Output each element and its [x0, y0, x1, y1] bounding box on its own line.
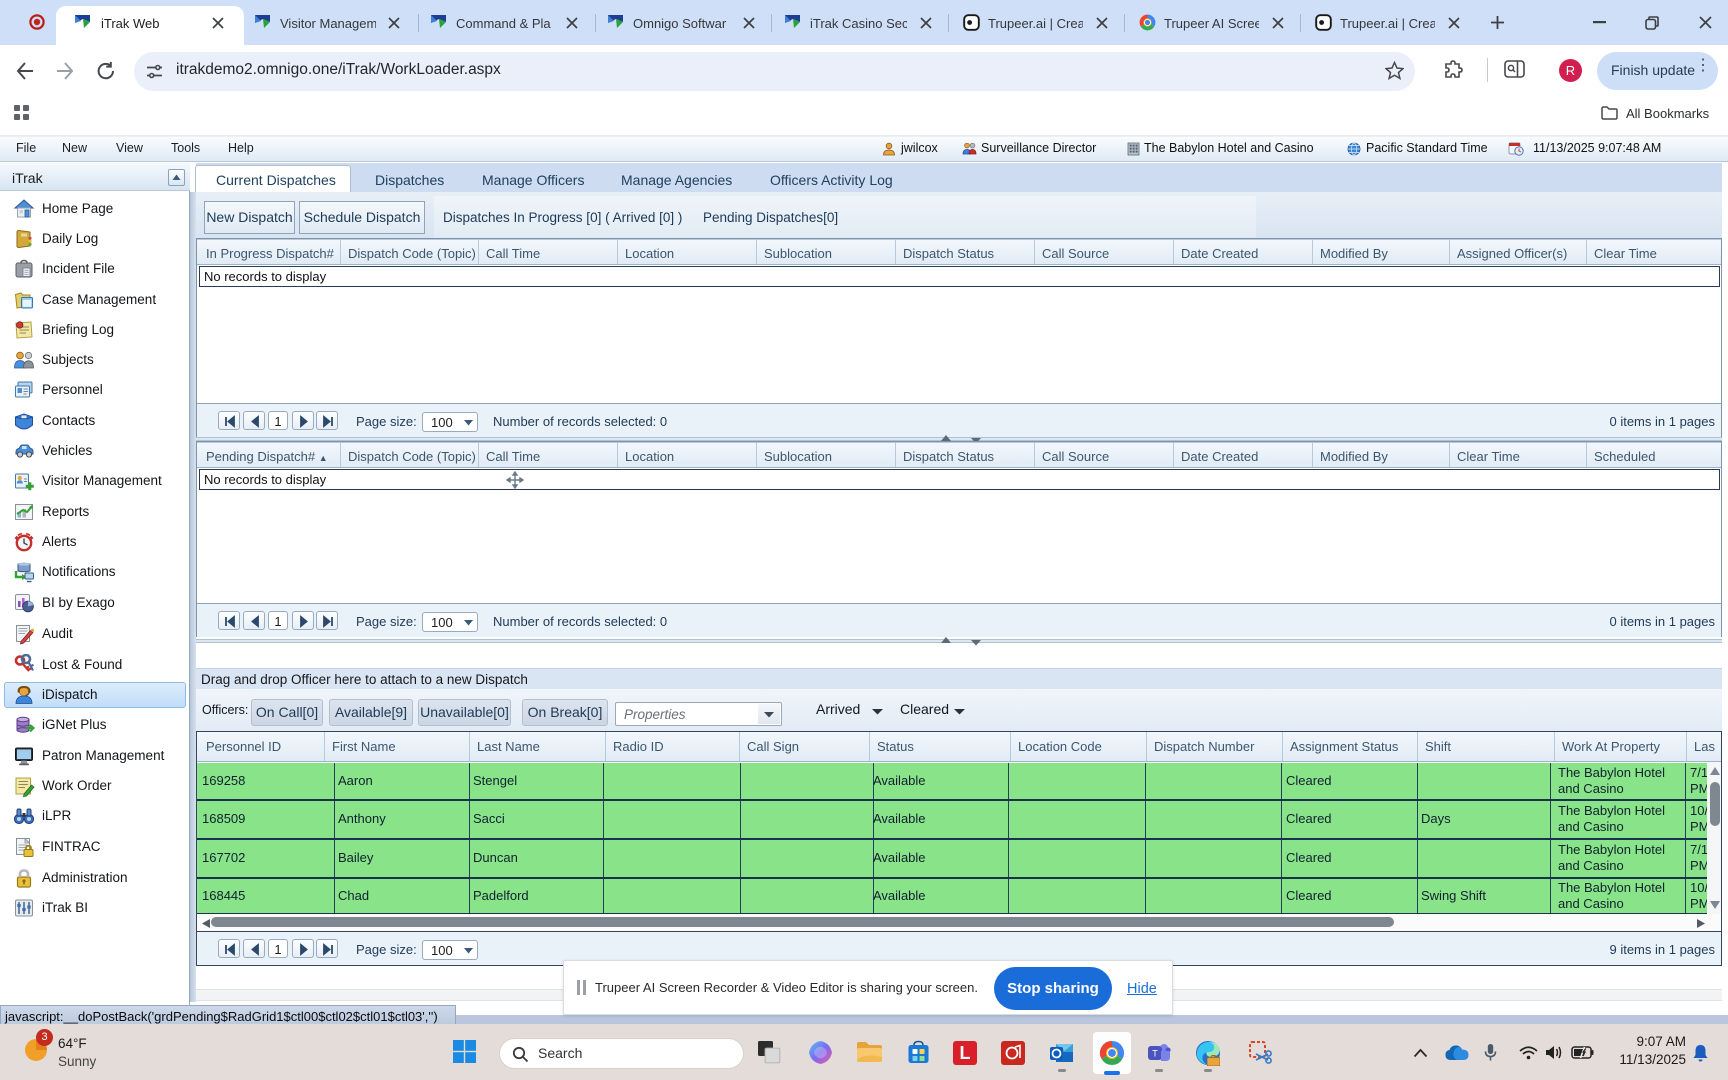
svg-text:T: T: [1152, 1049, 1158, 1059]
